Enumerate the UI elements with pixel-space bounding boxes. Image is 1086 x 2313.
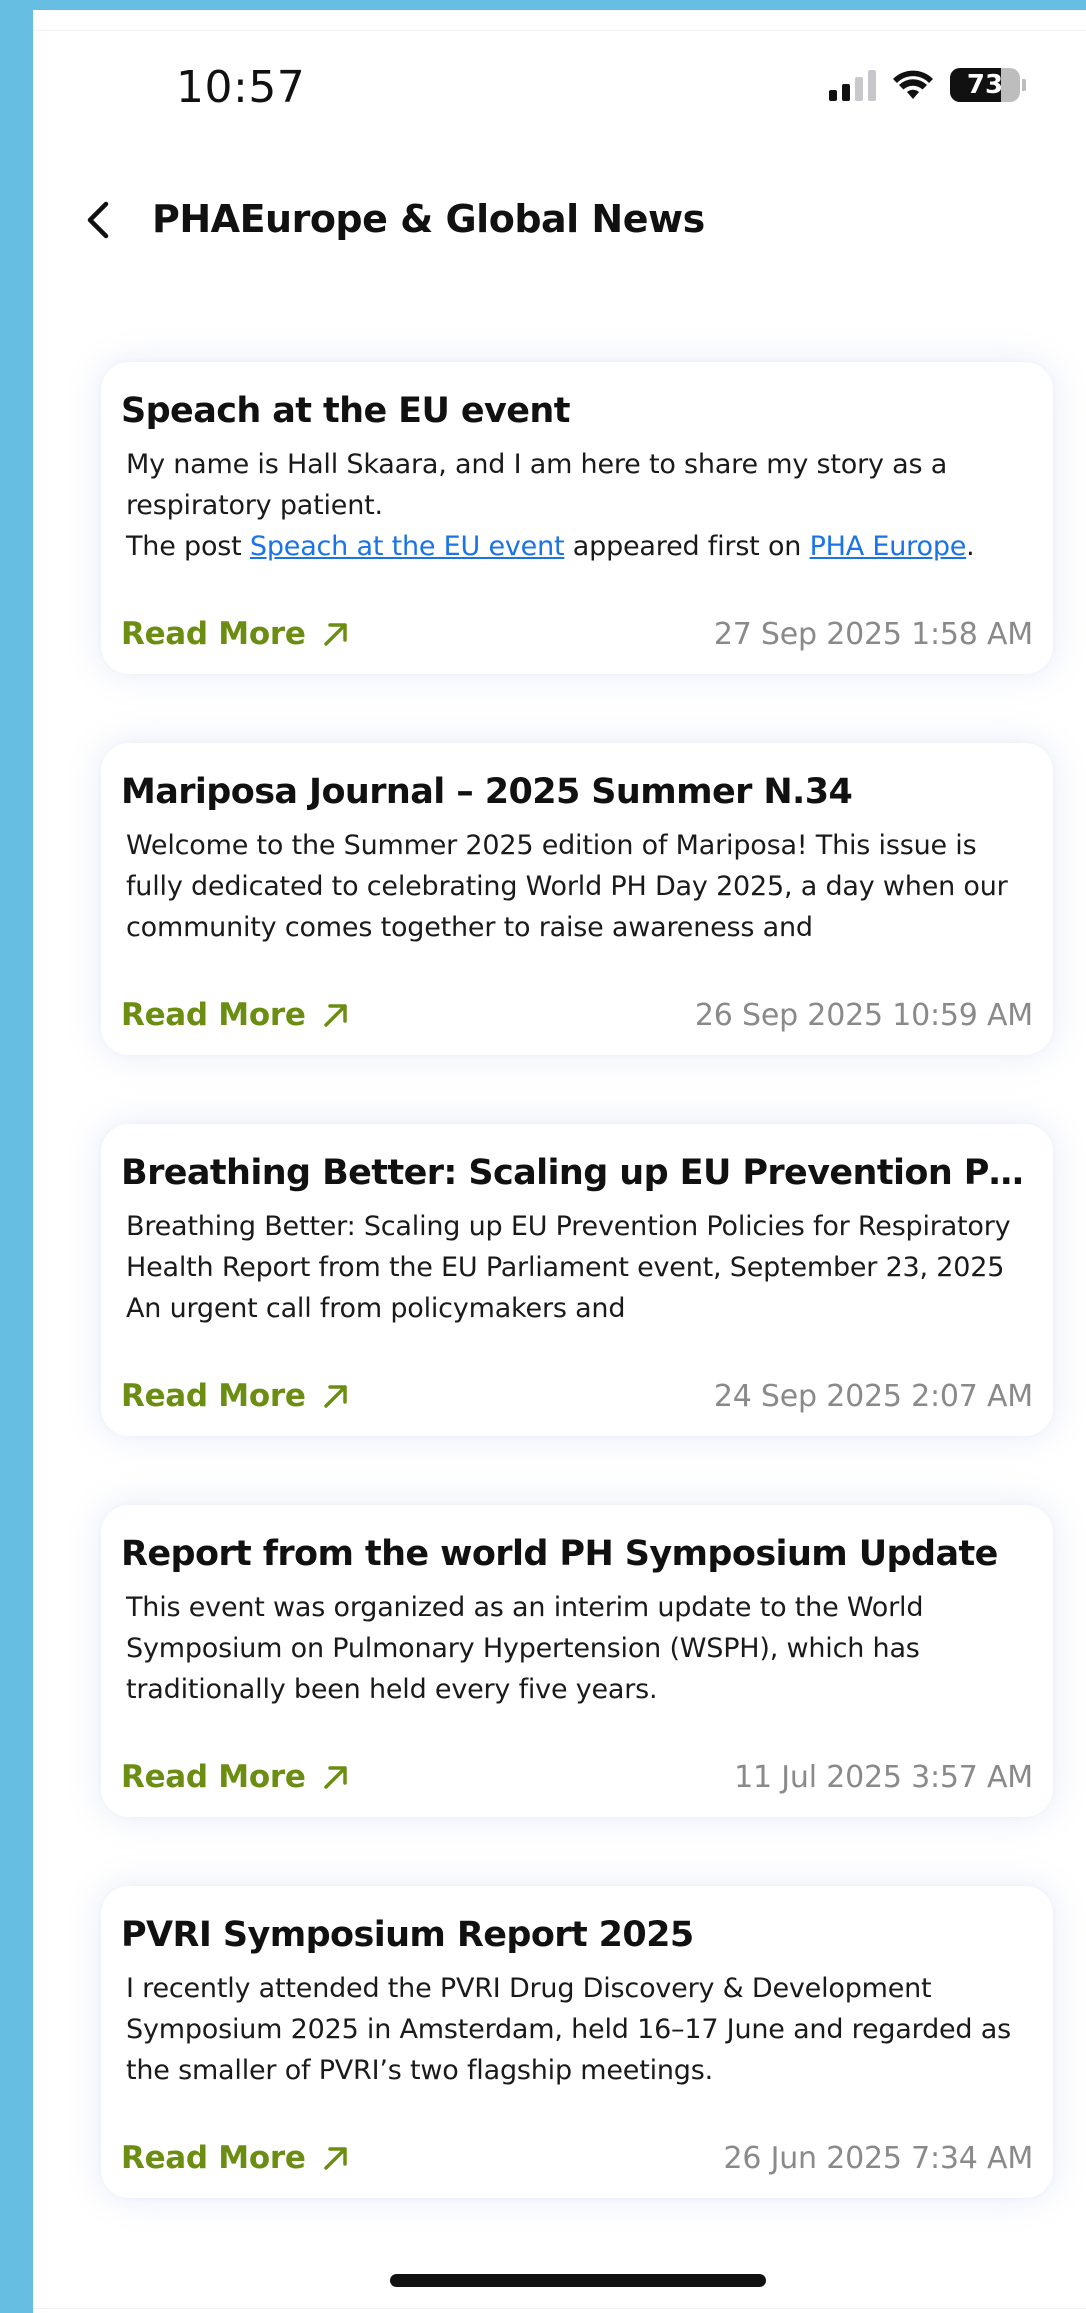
card-date: 26 Jun 2025 7:34 AM xyxy=(723,2140,1033,2176)
news-card[interactable]: Speach at the EU event My name is Hall S… xyxy=(101,362,1053,674)
arrow-up-right-icon xyxy=(323,1004,347,1027)
card-title: Speach at the EU event xyxy=(121,391,570,431)
card-excerpt: My name is Hall Skaara, and I am here to… xyxy=(121,444,1033,567)
read-more-button[interactable]: Read More xyxy=(121,2140,352,2176)
card-title: Breathing Better: Scaling up EU Preventi… xyxy=(121,1153,1033,1193)
news-card[interactable]: Breathing Better: Scaling up EU Preventi… xyxy=(101,1124,1053,1436)
card-footer: Read More 27 Sep 2025 1:58 AM xyxy=(121,612,1033,656)
wifi-icon xyxy=(893,70,933,99)
battery-icon: 73 xyxy=(950,68,1020,102)
arrow-up-right-icon xyxy=(323,2147,347,2170)
card-footer: Read More 24 Sep 2025 2:07 AM xyxy=(121,1374,1033,1418)
post-link[interactable]: Speach at the EU event xyxy=(250,531,565,562)
card-date: 27 Sep 2025 1:58 AM xyxy=(713,616,1033,652)
card-title: Mariposa Journal – 2025 Summer N.34 xyxy=(121,772,853,812)
card-title: Report from the world PH Symposium Updat… xyxy=(121,1534,998,1574)
card-excerpt: Welcome to the Summer 2025 edition of Ma… xyxy=(126,830,1008,943)
site-link[interactable]: PHA Europe xyxy=(810,531,967,562)
read-more-label: Read More xyxy=(121,2140,306,2176)
bottom-divider xyxy=(33,2308,1086,2309)
card-excerpt: I recently attended the PVRI Drug Discov… xyxy=(126,1973,1011,2086)
home-indicator[interactable] xyxy=(390,2274,766,2287)
excerpt-prefix: The post xyxy=(126,531,250,562)
card-title: PVRI Symposium Report 2025 xyxy=(121,1915,694,1955)
status-icons: 73 xyxy=(829,68,1026,102)
cellular-signal-icon xyxy=(829,69,876,101)
chevron-left-icon xyxy=(87,201,109,239)
phone-screen: 10:57 73 PHAEurope & Global News Speach … xyxy=(33,10,1086,2313)
card-excerpt: This event was organized as an interim u… xyxy=(126,1592,924,1705)
card-footer: Read More 11 Jul 2025 3:57 AM xyxy=(121,1755,1033,1799)
excerpt-mid: appeared first on xyxy=(564,531,810,562)
page-title: PHAEurope & Global News xyxy=(152,197,705,241)
arrow-up-right-icon xyxy=(323,1385,347,1408)
excerpt-text: My name is Hall Skaara, and I am here to… xyxy=(126,449,948,521)
back-button[interactable] xyxy=(73,195,123,245)
read-more-label: Read More xyxy=(121,997,306,1033)
arrow-up-right-icon xyxy=(323,623,347,646)
battery-nub xyxy=(1022,79,1026,91)
card-footer: Read More 26 Sep 2025 10:59 AM xyxy=(121,993,1033,1037)
read-more-button[interactable]: Read More xyxy=(121,1759,352,1795)
card-footer: Read More 26 Jun 2025 7:34 AM xyxy=(121,2136,1033,2180)
read-more-button[interactable]: Read More xyxy=(121,1378,352,1414)
excerpt-suffix: . xyxy=(966,531,975,562)
card-excerpt: Breathing Better: Scaling up EU Preventi… xyxy=(126,1211,1011,1324)
card-date: 24 Sep 2025 2:07 AM xyxy=(713,1378,1033,1414)
battery-level: 73 xyxy=(966,70,1004,100)
read-more-label: Read More xyxy=(121,616,306,652)
card-date: 26 Sep 2025 10:59 AM xyxy=(694,997,1033,1033)
read-more-button[interactable]: Read More xyxy=(121,997,352,1033)
news-list: Speach at the EU event My name is Hall S… xyxy=(101,362,1061,2267)
read-more-label: Read More xyxy=(121,1378,306,1414)
app-header: PHAEurope & Global News xyxy=(33,185,1086,255)
arrow-up-right-icon xyxy=(323,1766,347,1789)
status-time: 10:57 xyxy=(176,62,306,113)
news-card[interactable]: PVRI Symposium Report 2025 I recently at… xyxy=(101,1886,1053,2198)
card-date: 11 Jul 2025 3:57 AM xyxy=(734,1759,1033,1795)
excerpt-footer: The post Speach at the EU event appeared… xyxy=(126,526,1033,567)
news-card[interactable]: Mariposa Journal – 2025 Summer N.34 Welc… xyxy=(101,743,1053,1055)
news-card[interactable]: Report from the world PH Symposium Updat… xyxy=(101,1505,1053,1817)
top-divider xyxy=(33,30,1086,31)
read-more-button[interactable]: Read More xyxy=(121,616,352,652)
read-more-label: Read More xyxy=(121,1759,306,1795)
